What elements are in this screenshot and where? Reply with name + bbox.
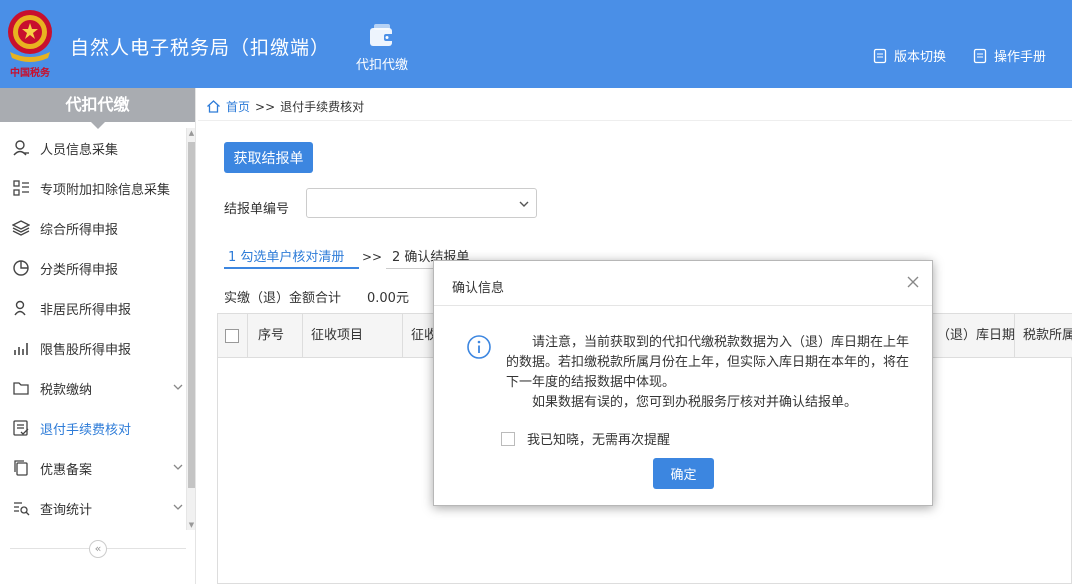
nav-tile-withholding[interactable]: 代扣代缴 [346, 20, 418, 80]
sidebar-item-restricted-stock[interactable]: 限售股所得申报 [0, 328, 186, 368]
dialog-message-line-1: 请注意，当前获取到的代扣代缴税款数据为入（退）库日期在上年的数据。若扣缴税款所属… [506, 335, 910, 390]
chevron-down-icon [173, 504, 183, 510]
scroll-thumb[interactable] [188, 142, 195, 488]
col-header-levy: 征收 [411, 328, 433, 343]
sidebar-item-person-info[interactable]: 人员信息采集 [0, 128, 186, 168]
select-all-checkbox[interactable] [225, 328, 239, 343]
sidebar-item-comprehensive-income[interactable]: 综合所得申报 [0, 208, 186, 248]
select-all-cell [218, 314, 248, 357]
breadcrumb-divider [198, 120, 1072, 121]
tax-emblem-logo: 中国税务 [8, 10, 52, 79]
dont-remind-checkbox-row[interactable]: 我已知晓，无需再次提醒 [501, 429, 670, 448]
breadcrumb-separator: >> [255, 99, 276, 114]
app-header: 中国税务 自然人电子税务局（扣缴端） 代扣代缴 版本切换 操作手册 [0, 0, 1072, 88]
col-header-tax-period: 税款所属 [1023, 328, 1072, 343]
sidebar-item-label: 税款缴纳 [40, 382, 93, 398]
nav-tile-label: 代扣代缴 [355, 58, 408, 73]
version-switch-link[interactable]: 版本切换 [872, 46, 946, 65]
dont-remind-checkbox[interactable] [501, 431, 515, 446]
copy-icon [14, 460, 28, 476]
step-tab-check-list[interactable]: 1 勾选单户核对清册 [224, 246, 359, 269]
sidebar-scrollbar[interactable]: ▲ ▼ [186, 128, 195, 530]
wallet-icon [370, 24, 394, 46]
search-list-icon [14, 502, 30, 516]
bar-chart-icon [14, 343, 28, 355]
manual-label: 操作手册 [994, 50, 1047, 65]
total-amount-value: 0.00元 [367, 291, 409, 306]
breadcrumb-home[interactable]: 首页 [226, 98, 250, 115]
col-header-index: 序号 [248, 314, 303, 357]
settlement-number-select[interactable] [306, 188, 537, 218]
sidebar-item-label: 查询统计 [40, 502, 93, 518]
sidebar-item-label: 非居民所得申报 [40, 302, 132, 318]
sidebar-item-label: 人员信息采集 [40, 142, 119, 158]
sidebar-item-classified-income[interactable]: 分类所得申报 [0, 248, 186, 288]
close-icon[interactable] [906, 275, 920, 289]
sidebar-item-query-stats[interactable]: 查询统计 [0, 488, 186, 528]
sidebar-item-refund-fee-check[interactable]: 退付手续费核对 [0, 408, 186, 448]
step-separator: >> [362, 250, 383, 264]
fetch-settlement-button[interactable]: 获取结报单 [224, 142, 313, 173]
chevron-down-icon [173, 464, 183, 470]
sidebar-item-special-deduction[interactable]: 专项附加扣除信息采集 [0, 168, 186, 208]
manual-link[interactable]: 操作手册 [972, 46, 1046, 65]
svg-text:中国税务: 中国税务 [10, 66, 51, 79]
version-switch-label: 版本切换 [894, 50, 947, 65]
sidebar-item-label: 专项附加扣除信息采集 [40, 182, 171, 198]
sidebar-item-tax-payment[interactable]: 税款缴纳 [0, 368, 186, 408]
info-icon [467, 335, 491, 359]
pie-chart-icon [13, 260, 29, 276]
sidebar-item-preferential-filing[interactable]: 优惠备案 [0, 448, 186, 488]
document-icon [873, 48, 887, 63]
sidebar-heading: 代扣代缴 [0, 88, 195, 129]
sidebar-item-label: 综合所得申报 [40, 222, 119, 238]
dont-remind-label: 我已知晓，无需再次提醒 [527, 433, 671, 448]
settlement-number-label: 结报单编号 [224, 202, 290, 217]
layers-icon [12, 220, 30, 236]
chevron-down-icon [173, 384, 183, 390]
list-icon [13, 180, 29, 196]
sidebar-item-label: 分类所得申报 [40, 262, 119, 278]
collapse-sidebar-button[interactable]: « [89, 540, 107, 558]
scroll-down-arrow[interactable]: ▼ [188, 520, 195, 530]
sidebar: 代扣代缴 人员信息采集 专项附加扣除信息采集 综合所得申报 分类所得申报 非居民… [0, 88, 196, 584]
confirm-dialog: 确认信息 请注意，当前获取到的代扣代缴税款数据为入（退）库日期在上年的数据。若扣… [433, 260, 933, 506]
breadcrumb-current: 退付手续费核对 [280, 100, 365, 114]
folder-icon [13, 382, 29, 395]
total-amount-label: 实缴（退）金额合计 [224, 291, 342, 306]
breadcrumb: 首页 >> 退付手续费核对 [206, 98, 364, 115]
dialog-message-line-2: 如果数据有误的，您可到办税服务厅核对并确认结报单。 [532, 395, 858, 410]
dialog-title: 确认信息 [452, 281, 505, 296]
sidebar-item-label: 退付手续费核对 [40, 422, 132, 438]
confirm-ok-button[interactable]: 确定 [653, 458, 714, 489]
scroll-up-arrow[interactable]: ▲ [188, 128, 195, 138]
sidebar-item-nonresident-income[interactable]: 非居民所得申报 [0, 288, 186, 328]
chevron-down-icon [519, 201, 529, 207]
user-icon [14, 300, 26, 316]
col-header-levy-item: 征收项目 [303, 314, 403, 357]
sidebar-item-label: 优惠备案 [40, 462, 93, 478]
dialog-divider [434, 305, 932, 306]
person-icon [13, 140, 29, 156]
app-title: 自然人电子税务局（扣缴端） [70, 37, 331, 59]
check-doc-icon [13, 420, 29, 436]
document-icon [973, 48, 987, 63]
home-icon [207, 100, 220, 113]
col-header-storage-date: （退）库日期 [933, 314, 1015, 357]
sidebar-item-label: 限售股所得申报 [40, 342, 132, 358]
dialog-message: 请注意，当前获取到的代扣代缴税款数据为入（退）库日期在上年的数据。若扣缴税款所属… [506, 333, 916, 413]
